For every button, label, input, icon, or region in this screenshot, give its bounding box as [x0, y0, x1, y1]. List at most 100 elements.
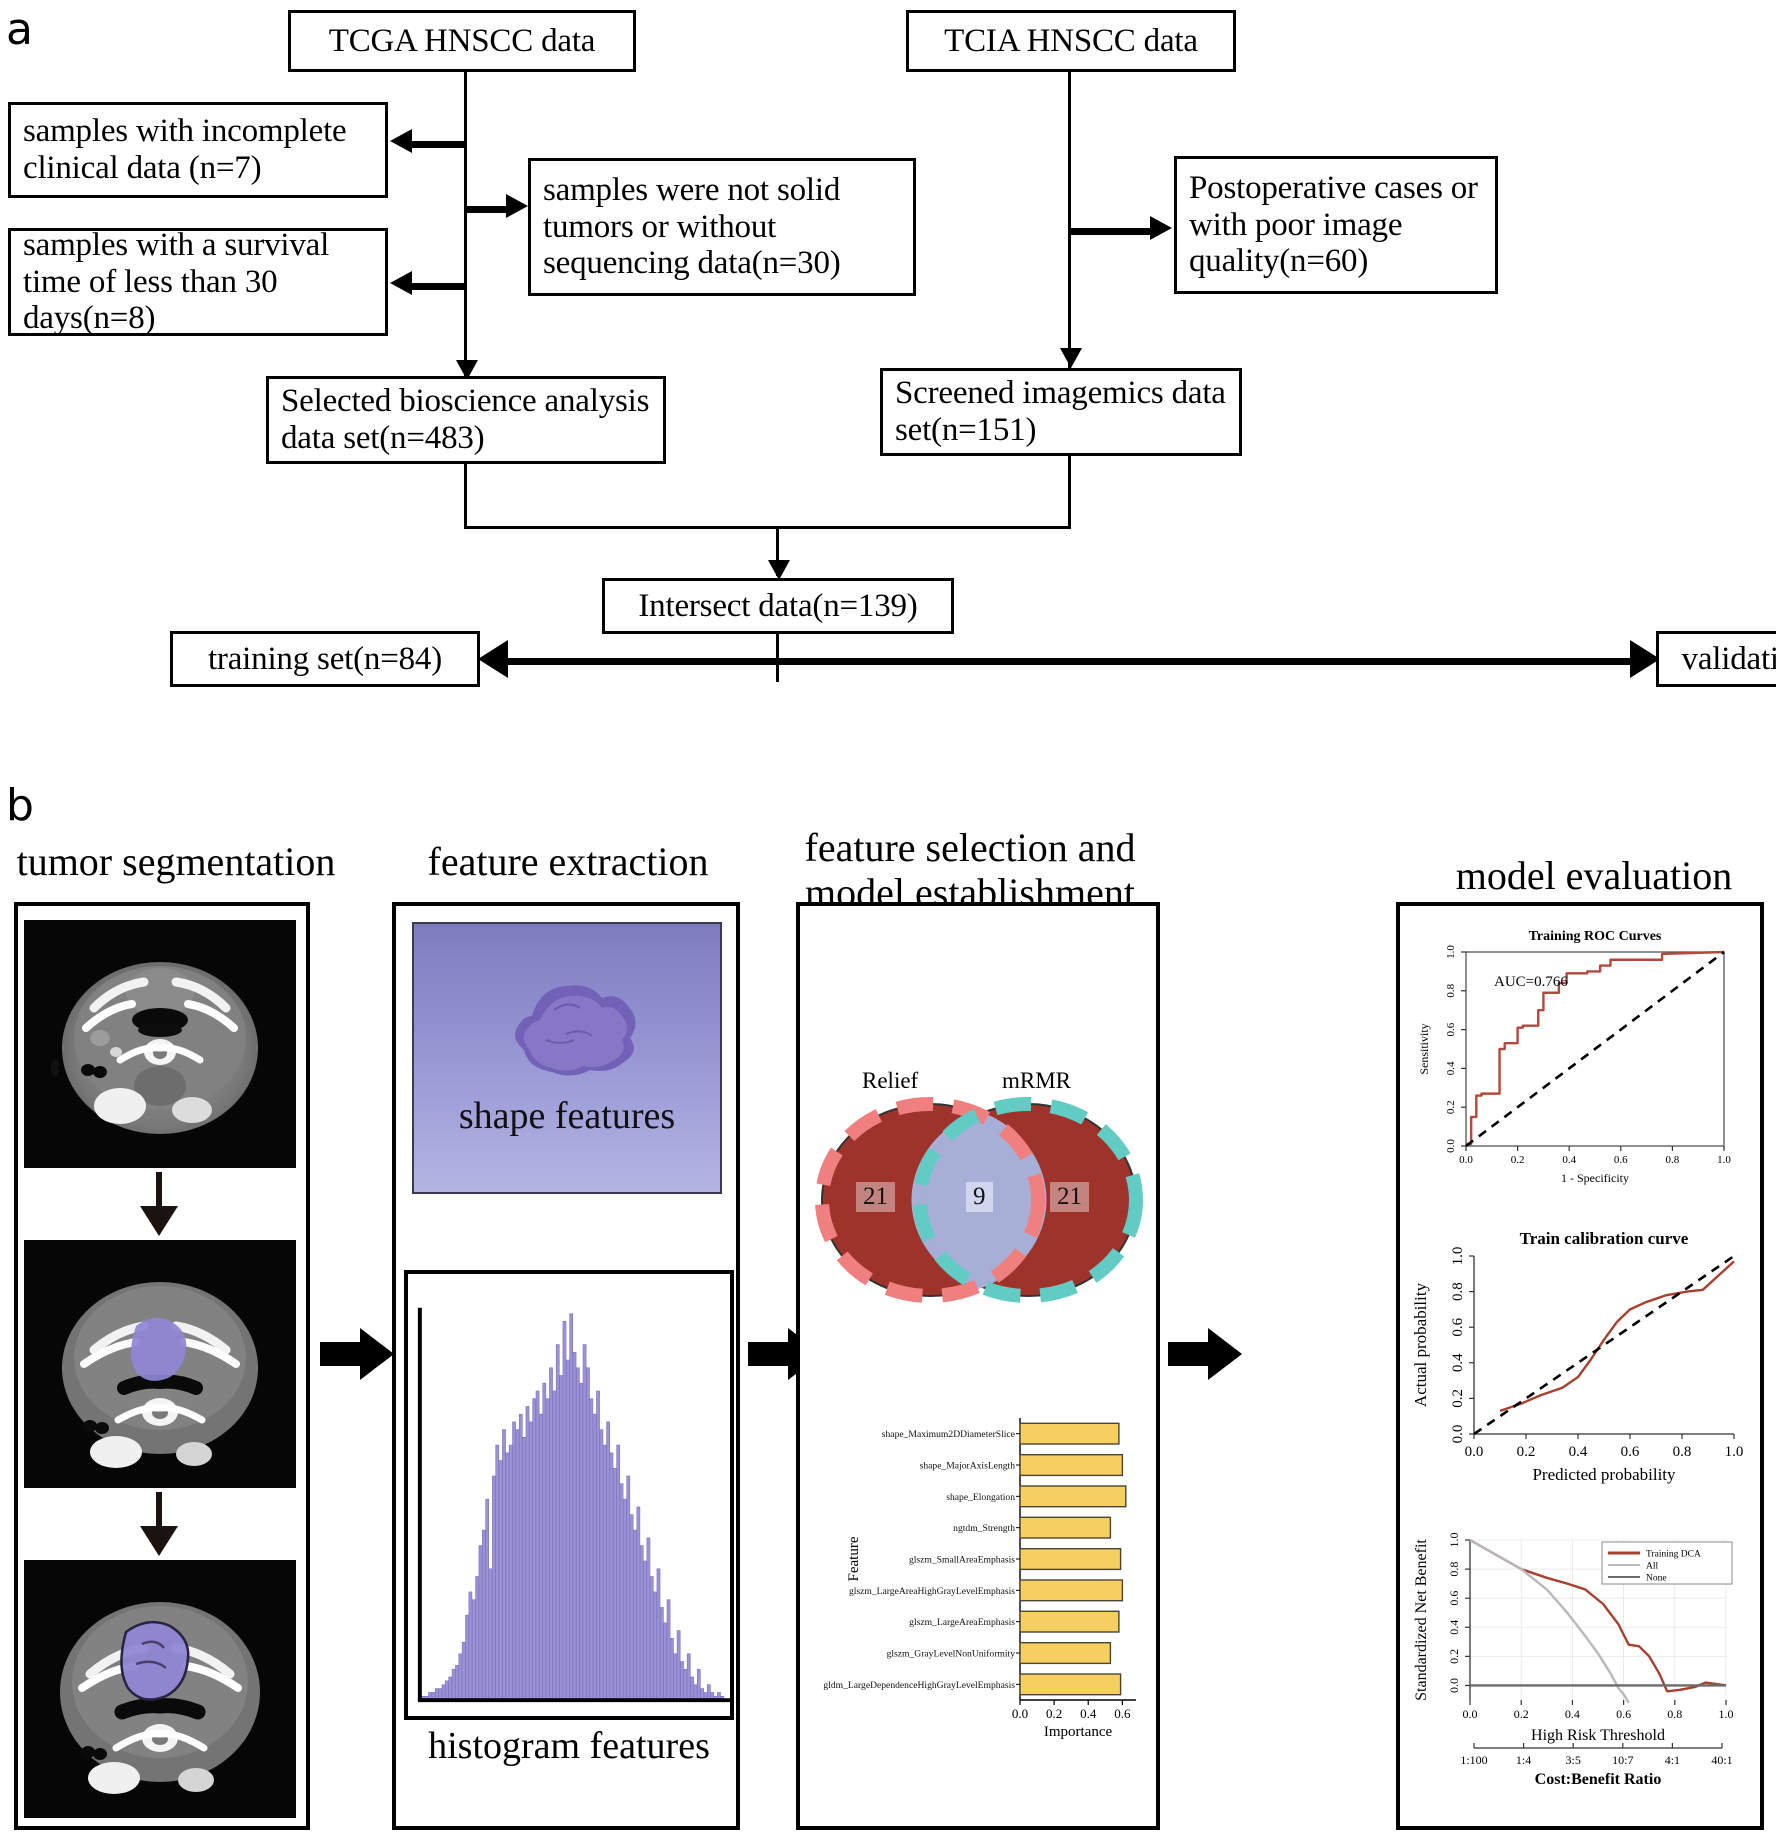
- flow-box-tcga: TCGA HNSCC data: [288, 10, 636, 72]
- svg-text:0.4: 0.4: [1565, 1707, 1580, 1721]
- svg-text:0.0: 0.0: [1447, 1678, 1461, 1693]
- svg-text:0.4: 0.4: [1080, 1706, 1097, 1721]
- flow-box-excl-postop: Postoperative cases or with poor image q…: [1174, 156, 1498, 294]
- svg-text:3:5: 3:5: [1566, 1753, 1581, 1767]
- roc-chart: 0.0 0.2 0.4 0.6 0.8 1.0 0.0 0.2 0.4 0.6 0.8 1.0 Trai…: [1404, 908, 1756, 1208]
- svg-text:Standardized Net Benefit: Standardized Net Benefit: [1413, 1539, 1430, 1701]
- flow-connector-merge: [464, 526, 1071, 529]
- flow-connector-imagemics-down: [1068, 456, 1071, 528]
- svg-text:0.2: 0.2: [1514, 1707, 1529, 1721]
- svg-text:1.0: 1.0: [1717, 1154, 1731, 1166]
- svg-text:0.2: 0.2: [1046, 1706, 1062, 1721]
- svg-text:glszm_GrayLevelNonUniformity: glszm_GrayLevelNonUniformity: [887, 1649, 1016, 1660]
- svg-text:0.4: 0.4: [1450, 1353, 1466, 1372]
- workflow-title-extraction: feature extraction: [396, 839, 740, 885]
- svg-text:0.0: 0.0: [1465, 1444, 1484, 1460]
- svg-text:Training DCA: Training DCA: [1646, 1550, 1701, 1560]
- svg-text:ngtdm_Strength: ngtdm_Strength: [953, 1523, 1015, 1534]
- flow-connector-excl-postop: [1068, 228, 1152, 235]
- flow-connector-excl-survival: [412, 283, 466, 290]
- dca-chart: 0.0 0.2 0.4 0.6 0.8 1.0 0.0 0.2 0.4 0.6 0.8 1.0 High…: [1404, 1512, 1760, 1822]
- svg-text:glszm_LargeAreaHighGrayLevelEm: glszm_LargeAreaHighGrayLevelEmphasis: [849, 1586, 1015, 1597]
- svg-text:1 - Specificity: 1 - Specificity: [1561, 1171, 1629, 1185]
- svg-text:0.4: 0.4: [1447, 1620, 1461, 1635]
- flow-box-excl-solid: samples were not solid tumors or without…: [528, 158, 916, 296]
- flow-connector-excl-solid: [464, 206, 508, 213]
- svg-text:0.4: 0.4: [1445, 1061, 1457, 1075]
- flow-box-excl-survival: samples with a survival time of less tha…: [8, 226, 388, 337]
- svg-text:0.0: 0.0: [1012, 1706, 1028, 1721]
- svg-text:glszm_LargeAreaEmphasis: glszm_LargeAreaEmphasis: [909, 1617, 1015, 1628]
- venn-diagram: Relief mRMR 21 9 21: [806, 1040, 1150, 1330]
- svg-text:0.4: 0.4: [1569, 1444, 1588, 1460]
- flow-connector-bioscience-down: [464, 464, 467, 528]
- flow-box-validation: validation set(n=55): [1656, 631, 1776, 687]
- svg-text:Train calibration curve: Train calibration curve: [1520, 1229, 1689, 1248]
- histogram-features-render: [404, 1270, 734, 1720]
- flow-box-imagemics: Screened imagemics data set(n=151): [880, 368, 1242, 456]
- flow-box-excl-survival-label: samples with a survival time of less tha…: [23, 226, 330, 337]
- shape-features-label: shape features: [458, 1095, 676, 1137]
- svg-text:0.6: 0.6: [1621, 1444, 1640, 1460]
- svg-text:1.0: 1.0: [1447, 1533, 1461, 1548]
- svg-text:All: All: [1646, 1562, 1659, 1572]
- svg-text:1.0: 1.0: [1719, 1707, 1734, 1721]
- flow-box-excl-solid-label: samples were not solid tumors or without…: [543, 171, 841, 282]
- workflow-arrow-3: [1168, 1328, 1242, 1380]
- flow-arrow-to-training: [478, 640, 508, 678]
- workflow-title-evaluation: model evaluation: [1412, 853, 1776, 899]
- svg-text:Feature: Feature: [846, 1536, 862, 1581]
- panel-b-letter: b: [6, 780, 34, 831]
- venn-label-mrmr: mRMR: [1002, 1068, 1072, 1093]
- svg-text:0.6: 0.6: [1114, 1706, 1131, 1721]
- svg-text:Training ROC Curves: Training ROC Curves: [1529, 929, 1662, 944]
- flow-box-imagemics-label: Screened imagemics data set(n=151): [895, 375, 1226, 448]
- flow-connector-tcia-trunk: [1068, 72, 1071, 368]
- flow-connector-tcga-trunk: [464, 72, 467, 380]
- svg-text:High Risk Threshold: High Risk Threshold: [1531, 1727, 1665, 1744]
- svg-text:0.6: 0.6: [1447, 1591, 1461, 1606]
- workflow-arrow-1: [320, 1328, 394, 1380]
- panel-a-letter: a: [6, 4, 33, 55]
- flow-box-excl-clinical: samples with incomplete clinical data (n…: [8, 102, 388, 198]
- svg-text:40:1: 40:1: [1711, 1753, 1732, 1767]
- workflow-title-segmentation-label: tumor segmentation: [16, 839, 336, 884]
- svg-text:0.0: 0.0: [1459, 1154, 1473, 1166]
- svg-text:Actual probability: Actual probability: [1411, 1282, 1430, 1407]
- svg-text:0.0: 0.0: [1463, 1707, 1478, 1721]
- flow-box-tcia: TCIA HNSCC data: [906, 10, 1236, 72]
- flow-arrow-excl-clinical: [390, 129, 412, 153]
- svg-text:shape_Elongation: shape_Elongation: [946, 1492, 1015, 1503]
- svg-text:0.8: 0.8: [1667, 1707, 1682, 1721]
- workflow-title-evaluation-label: model evaluation: [1455, 853, 1733, 898]
- svg-text:1.0: 1.0: [1725, 1444, 1744, 1460]
- svg-text:gldm_LargeDependenceHighGrayLe: gldm_LargeDependenceHighGrayLevelEmphasi…: [823, 1680, 1015, 1691]
- svg-text:shape_Maximum2DDiameterSlice: shape_Maximum2DDiameterSlice: [882, 1429, 1015, 1440]
- svg-text:shape_MajorAxisLength: shape_MajorAxisLength: [920, 1461, 1016, 1472]
- venn-count-center: 9: [966, 1182, 993, 1212]
- svg-text:0.4: 0.4: [1562, 1154, 1576, 1166]
- flow-box-intersect-label: Intersect data(n=139): [638, 587, 918, 624]
- svg-text:1:100: 1:100: [1460, 1753, 1487, 1767]
- histogram-features-label: histogram features: [428, 1725, 710, 1767]
- shape-features-render: shape features: [412, 922, 722, 1194]
- flow-box-bioscience: Selected bioscience analysis data set(n=…: [266, 376, 666, 464]
- ct-image-original: [24, 920, 296, 1168]
- svg-text:0.6: 0.6: [1614, 1154, 1628, 1166]
- flow-box-training-label: training set(n=84): [207, 640, 443, 677]
- svg-text:0.8: 0.8: [1450, 1282, 1466, 1301]
- svg-text:Cost:Benefit Ratio: Cost:Benefit Ratio: [1535, 1771, 1662, 1788]
- flow-arrow-to-intersect: [768, 560, 790, 580]
- svg-text:0.0: 0.0: [1450, 1425, 1466, 1444]
- svg-text:0.2: 0.2: [1445, 1100, 1457, 1114]
- venn-label-relief: Relief: [862, 1068, 919, 1093]
- svg-text:Sensitivity: Sensitivity: [1417, 1023, 1431, 1074]
- svg-text:0.2: 0.2: [1447, 1649, 1461, 1664]
- svg-text:0.0: 0.0: [1445, 1139, 1457, 1153]
- importance-bar-chart: shape_Maximum2DDiameterSlice shape_MajorA…: [806, 1400, 1156, 1800]
- svg-text:10:7: 10:7: [1612, 1753, 1633, 1767]
- flow-box-tcga-label: TCGA HNSCC data: [328, 22, 596, 59]
- flow-connector-excl-clinical: [412, 141, 466, 148]
- svg-text:0.8: 0.8: [1445, 983, 1457, 997]
- calibration-chart: 0.0 0.2 0.4 0.6 0.8 1.0 0.0 0.2 0.4 0.6 0.8 1.0 Trai…: [1404, 1208, 1756, 1508]
